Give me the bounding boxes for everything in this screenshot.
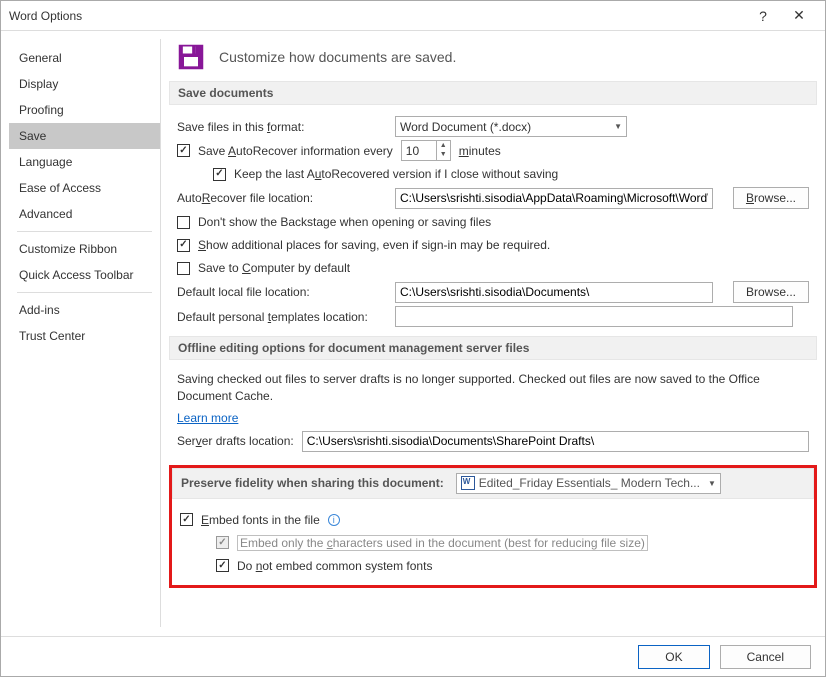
- sidebar-item-quick-access-toolbar[interactable]: Quick Access Toolbar: [9, 262, 160, 288]
- sidebar-divider: [17, 231, 152, 232]
- sidebar-item-advanced[interactable]: Advanced: [9, 201, 160, 227]
- sidebar-item-save[interactable]: Save: [9, 123, 160, 149]
- footer: OK Cancel: [1, 636, 825, 676]
- autorecover-location-label: AutoRecover file location:: [177, 191, 387, 205]
- autorecover-minutes-label: minutes: [459, 144, 501, 158]
- default-local-location-input[interactable]: [395, 282, 713, 303]
- word-document-icon: [461, 476, 475, 490]
- spin-down-icon[interactable]: ▼: [437, 150, 450, 159]
- sidebar-item-add-ins[interactable]: Add-ins: [9, 297, 160, 323]
- sidebar-item-trust-center[interactable]: Trust Center: [9, 323, 160, 349]
- do-not-embed-common-label: Do not embed common system fonts: [237, 559, 432, 573]
- learn-more-link[interactable]: Learn more: [177, 411, 238, 425]
- save-to-computer-label: Save to Computer by default: [198, 261, 350, 275]
- show-additional-places-label: Show additional places for saving, even …: [198, 238, 550, 252]
- sidebar-item-proofing[interactable]: Proofing: [9, 97, 160, 123]
- sidebar-divider-2: [17, 292, 152, 293]
- browse-autorecover-button[interactable]: Browse...: [733, 187, 809, 209]
- save-to-computer-checkbox[interactable]: [177, 262, 190, 275]
- sidebar: General Display Proofing Save Language E…: [9, 39, 161, 627]
- preserve-document-dropdown[interactable]: Edited_Friday Essentials_ Modern Tech...…: [456, 473, 721, 494]
- server-drafts-location-input[interactable]: [302, 431, 809, 452]
- autorecover-minutes-spinner[interactable]: 10 ▲▼: [401, 140, 451, 161]
- keep-last-autorecovered-label: Keep the last AutoRecovered version if I…: [234, 167, 558, 181]
- section-preserve-header: Preserve fidelity when sharing this docu…: [181, 476, 444, 490]
- server-drafts-location-label: Server drafts location:: [177, 434, 294, 448]
- preserve-fidelity-highlight: Preserve fidelity when sharing this docu…: [169, 465, 817, 588]
- info-icon[interactable]: i: [328, 514, 340, 526]
- default-templates-location-input[interactable]: [395, 306, 793, 327]
- default-local-location-label: Default local file location:: [177, 285, 387, 299]
- sidebar-item-general[interactable]: General: [9, 45, 160, 71]
- window-title: Word Options: [9, 9, 82, 23]
- sidebar-item-display[interactable]: Display: [9, 71, 160, 97]
- ok-button[interactable]: OK: [638, 645, 709, 669]
- save-format-dropdown[interactable]: Word Document (*.docx)▼: [395, 116, 627, 137]
- autorecover-checkbox[interactable]: [177, 144, 190, 157]
- chevron-down-icon: ▼: [614, 122, 622, 131]
- embed-only-characters-checkbox: [216, 536, 229, 549]
- sidebar-item-ease-of-access[interactable]: Ease of Access: [9, 175, 160, 201]
- browse-default-local-button[interactable]: Browse...: [733, 281, 809, 303]
- titlebar: Word Options ? ✕: [1, 1, 825, 31]
- show-additional-places-checkbox[interactable]: [177, 239, 190, 252]
- cancel-button[interactable]: Cancel: [720, 645, 811, 669]
- offline-note: Saving checked out files to server draft…: [177, 371, 809, 405]
- keep-last-autorecovered-checkbox[interactable]: [213, 168, 226, 181]
- no-backstage-checkbox[interactable]: [177, 216, 190, 229]
- no-backstage-label: Don't show the Backstage when opening or…: [198, 215, 491, 229]
- section-save-documents-header: Save documents: [169, 81, 817, 105]
- header-text: Customize how documents are saved.: [219, 49, 456, 65]
- embed-fonts-checkbox[interactable]: [180, 513, 193, 526]
- autorecover-location-input[interactable]: [395, 188, 713, 209]
- default-templates-location-label: Default personal templates location:: [177, 310, 387, 324]
- spin-up-icon[interactable]: ▲: [437, 141, 450, 150]
- embed-only-characters-label: Embed only the characters used in the do…: [237, 535, 648, 551]
- chevron-down-icon: ▼: [708, 479, 716, 488]
- sidebar-item-customize-ribbon[interactable]: Customize Ribbon: [9, 236, 160, 262]
- help-button[interactable]: ?: [745, 8, 781, 24]
- section-offline-header: Offline editing options for document man…: [169, 336, 817, 360]
- do-not-embed-common-checkbox[interactable]: [216, 559, 229, 572]
- embed-fonts-label: Embed fonts in the file: [201, 513, 320, 527]
- main-panel: Customize how documents are saved. Save …: [161, 31, 825, 635]
- save-icon: [177, 43, 205, 71]
- close-button[interactable]: ✕: [781, 7, 817, 24]
- save-format-label: Save files in this format:: [177, 120, 387, 134]
- autorecover-label: Save AutoRecover information every: [198, 144, 393, 158]
- sidebar-item-language[interactable]: Language: [9, 149, 160, 175]
